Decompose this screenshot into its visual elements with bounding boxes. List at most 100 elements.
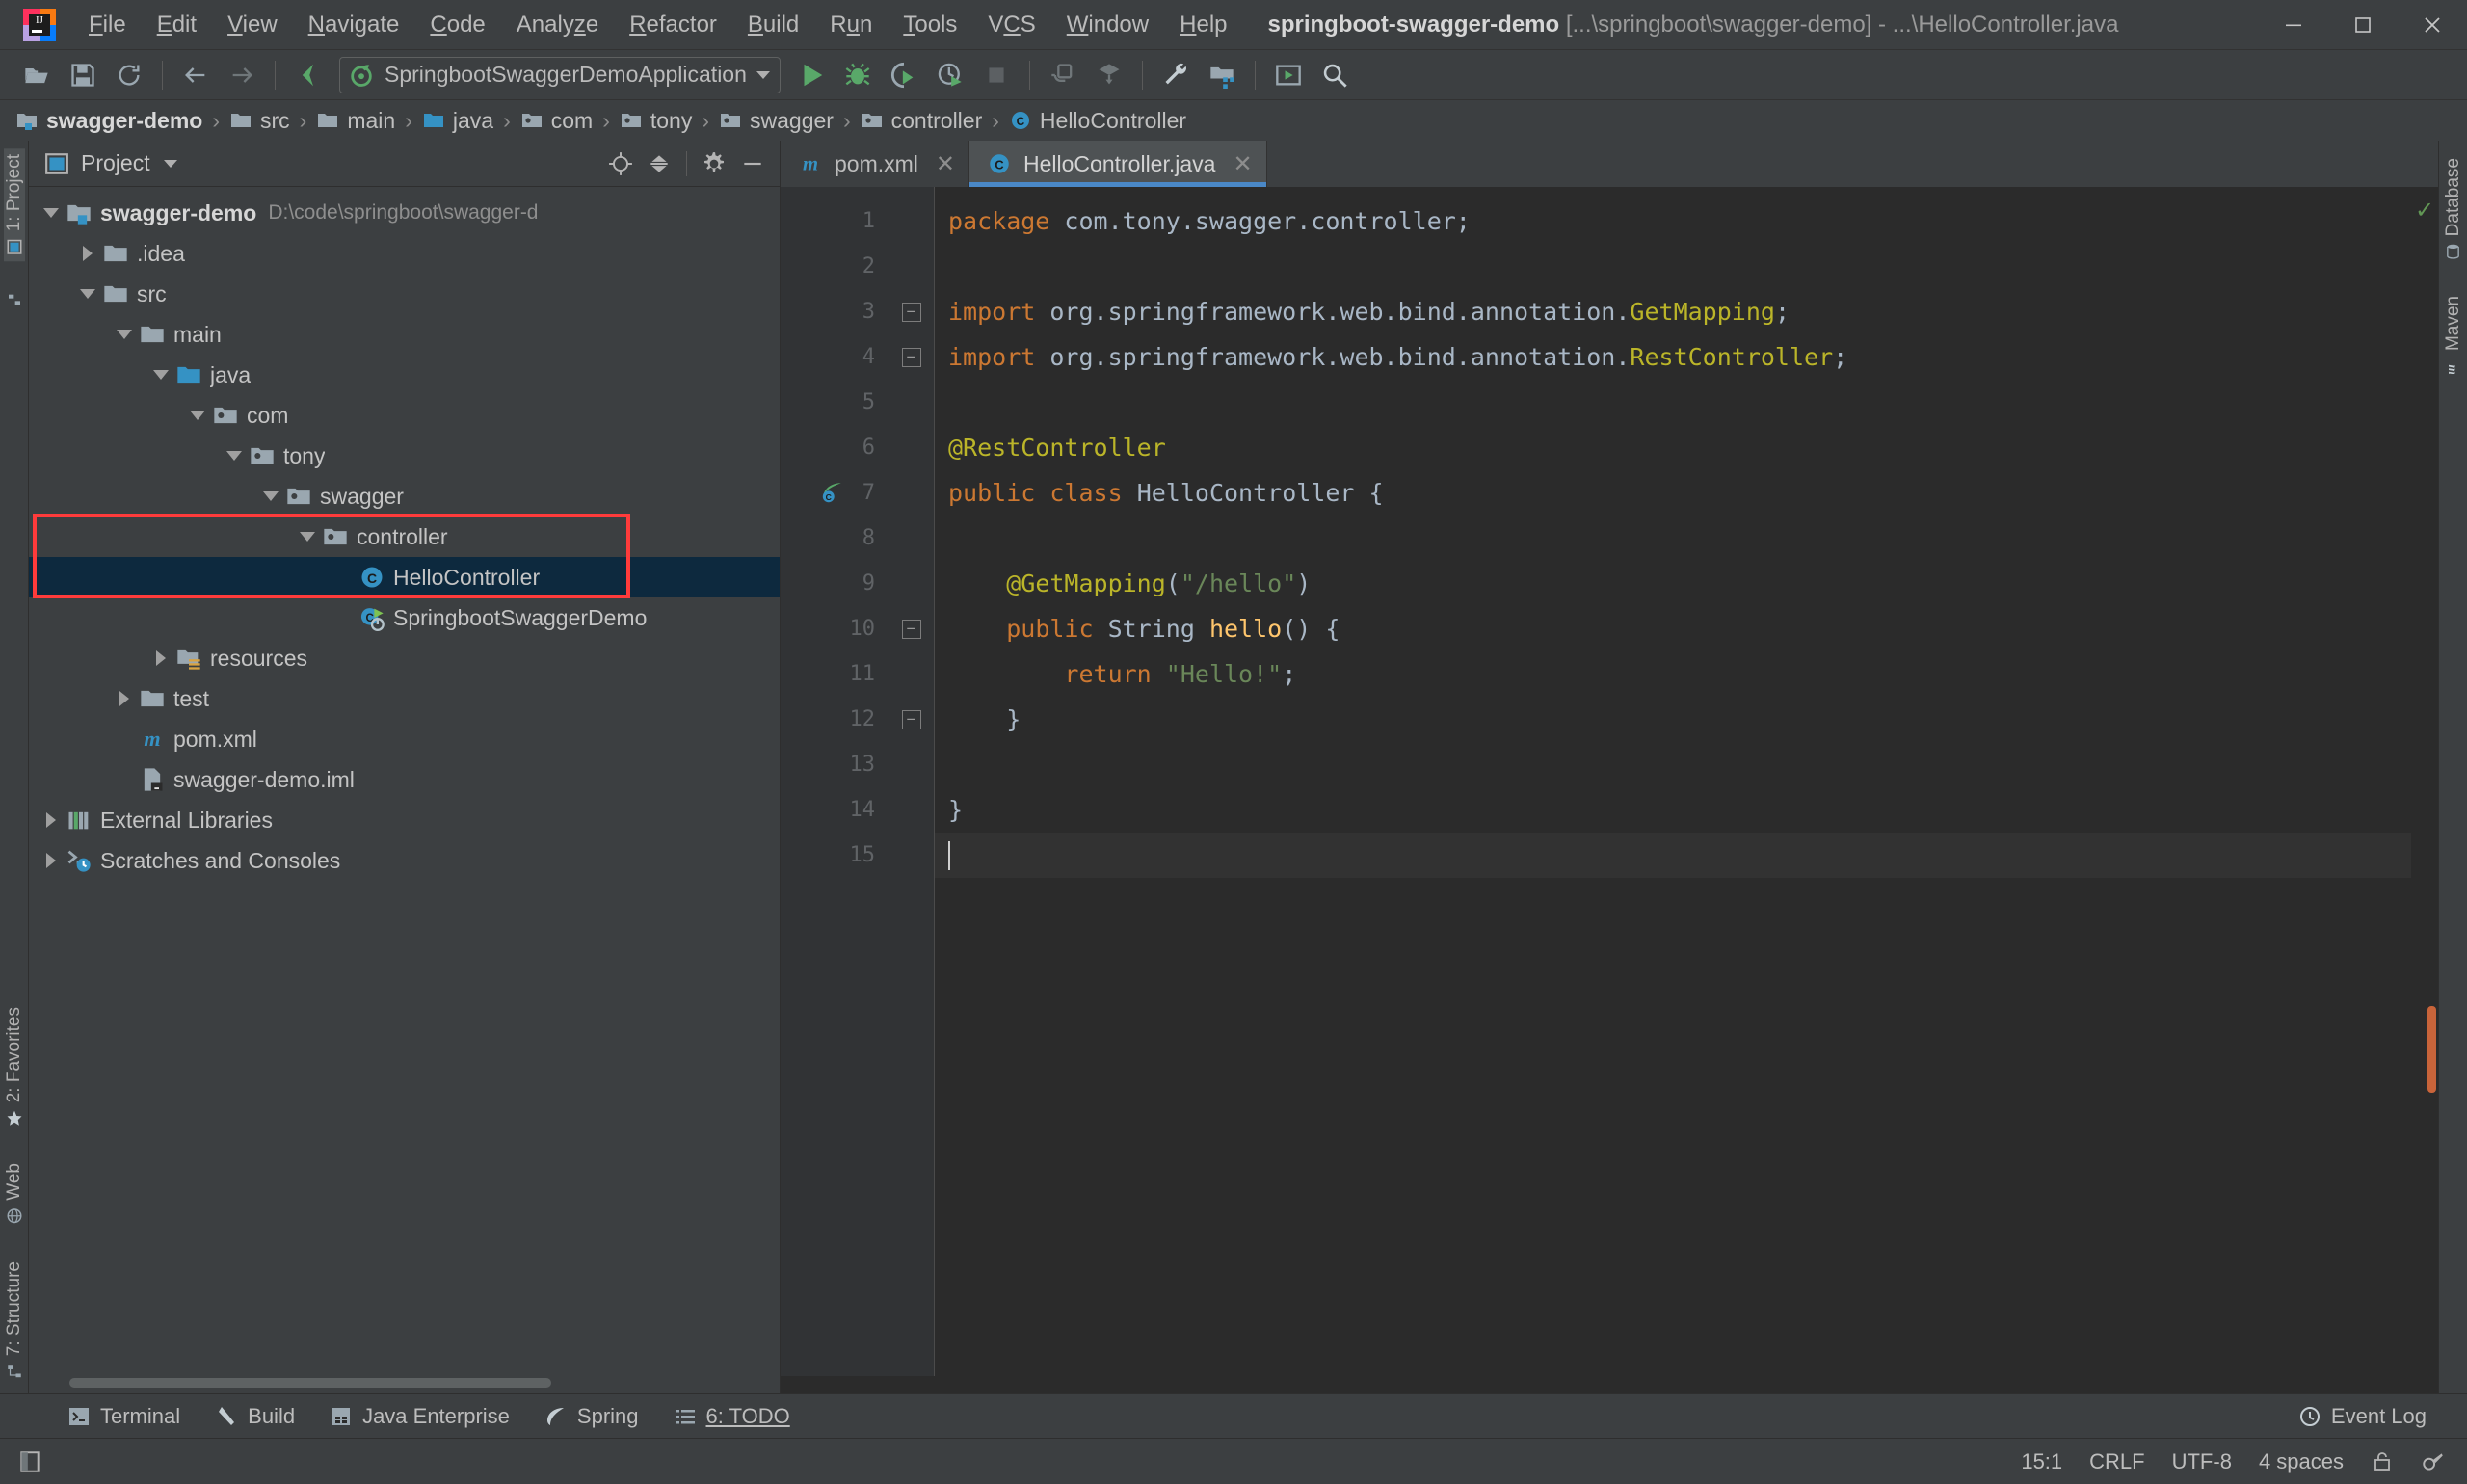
code-line[interactable] xyxy=(935,380,2411,425)
line-number[interactable]: 6 xyxy=(781,425,889,470)
undo-arrow-icon[interactable] xyxy=(287,56,330,94)
hide-icon[interactable] xyxy=(735,147,770,180)
breadcrumb-item-java[interactable]: java xyxy=(422,108,493,134)
line-number[interactable]: 14 xyxy=(781,787,889,833)
code-fold-marker[interactable]: − xyxy=(889,697,934,742)
read-only-lock-icon[interactable] xyxy=(2371,1450,2394,1473)
scrollbar-thumb[interactable] xyxy=(2427,1006,2436,1093)
tree-node-hellocontroller[interactable]: C HelloController xyxy=(29,557,780,597)
line-separator[interactable]: CRLF xyxy=(2089,1449,2144,1474)
sidebar-item-favorites[interactable]: 2: Favorites xyxy=(4,1001,25,1132)
tree-node-resources[interactable]: resources xyxy=(29,638,780,678)
wrench-settings-icon[interactable] xyxy=(1154,56,1197,94)
close-button[interactable] xyxy=(2398,0,2467,50)
code-line[interactable]: @GetMapping("/hello") xyxy=(935,561,2411,606)
chevron-down-icon[interactable] xyxy=(75,289,100,299)
toolwindow-event-log[interactable]: Event Log xyxy=(2281,1400,2444,1433)
sidebar-item-web[interactable]: Web xyxy=(4,1157,25,1231)
menu-file[interactable]: File xyxy=(73,0,142,50)
line-number[interactable]: 1 xyxy=(781,199,889,244)
search-everywhere-icon[interactable] xyxy=(1313,56,1356,94)
line-number[interactable]: C7 xyxy=(781,470,889,516)
sync-project-icon[interactable] xyxy=(1088,56,1130,94)
breadcrumb-item-main[interactable]: main xyxy=(316,108,395,134)
line-number[interactable]: 3 xyxy=(781,289,889,334)
locate-icon[interactable] xyxy=(603,147,638,180)
code-line[interactable]: public class HelloController { xyxy=(935,470,2411,516)
close-icon[interactable]: ✕ xyxy=(936,150,955,178)
code-line[interactable]: package com.tony.swagger.controller; xyxy=(935,199,2411,244)
tree-node-pom-xml[interactable]: m pom.xml xyxy=(29,719,780,759)
chevron-down-icon[interactable] xyxy=(295,532,320,542)
code-line[interactable]: } xyxy=(935,787,2411,833)
chevron-down-icon[interactable] xyxy=(258,491,283,501)
chevron-right-icon[interactable] xyxy=(39,812,64,828)
breadcrumb-item-src[interactable]: src xyxy=(229,108,290,134)
run-play-icon[interactable] xyxy=(790,56,833,94)
line-number-gutter[interactable]: 1 2 3 4 5 6 C 7 8 9 10 11 12 13 14 15 xyxy=(781,187,889,1376)
line-number[interactable]: 12 xyxy=(781,697,889,742)
toolwindow-todo[interactable]: 6: TODO xyxy=(656,1400,808,1433)
chevron-down-icon[interactable] xyxy=(163,159,177,168)
code-fold-marker[interactable]: − xyxy=(889,289,934,334)
breadcrumb-item-controller[interactable]: controller xyxy=(861,108,982,134)
menu-navigate[interactable]: Navigate xyxy=(293,0,415,50)
line-number[interactable]: 10 xyxy=(781,606,889,651)
spring-bean-gutter-icon[interactable]: C xyxy=(819,480,844,505)
menu-build[interactable]: Build xyxy=(732,0,814,50)
sidebar-item-database[interactable]: Database xyxy=(2443,152,2464,265)
chevron-down-icon[interactable] xyxy=(39,208,64,218)
tree-node-com[interactable]: com xyxy=(29,395,780,436)
code-line[interactable]: @RestController xyxy=(935,425,2411,470)
debug-bug-icon[interactable] xyxy=(836,56,879,94)
line-number[interactable]: 15 xyxy=(781,833,889,878)
breadcrumb-item-swagger-demo[interactable]: swagger-demo xyxy=(15,108,202,134)
tree-node-swagger-demo[interactable]: swagger-demo D:\code\springboot\swagger-d xyxy=(29,193,780,233)
tree-node-controller[interactable]: controller xyxy=(29,517,780,557)
code-line[interactable] xyxy=(935,742,2411,787)
chevron-right-icon[interactable] xyxy=(75,246,100,261)
tree-node-src[interactable]: src xyxy=(29,274,780,314)
run-anything-icon[interactable] xyxy=(1267,56,1310,94)
line-number[interactable]: 4 xyxy=(781,334,889,380)
menu-window[interactable]: Window xyxy=(1051,0,1164,50)
editor-vertical-scrollbar[interactable]: ✓ xyxy=(2411,187,2438,1376)
menu-refactor[interactable]: Refactor xyxy=(614,0,732,50)
toolwindow-spring[interactable]: Spring xyxy=(527,1400,656,1433)
code-fold-marker[interactable]: − xyxy=(889,334,934,380)
open-folder-icon[interactable] xyxy=(15,56,58,94)
fold-minus-icon[interactable]: − xyxy=(901,619,921,639)
project-tree[interactable]: swagger-demo D:\code\springboot\swagger-d… xyxy=(29,187,780,1372)
run-with-profiler-icon[interactable] xyxy=(929,56,971,94)
sidebar-item-maven[interactable]: m Maven xyxy=(2443,290,2464,380)
menu-tools[interactable]: Tools xyxy=(888,0,972,50)
menu-analyze[interactable]: Analyze xyxy=(501,0,614,50)
line-number[interactable]: 11 xyxy=(781,651,889,697)
arrow-right-icon[interactable] xyxy=(221,56,263,94)
menu-view[interactable]: View xyxy=(212,0,293,50)
line-number[interactable]: 5 xyxy=(781,380,889,425)
chevron-down-icon[interactable] xyxy=(756,70,770,79)
tab-hellocontroller-java[interactable]: C HelloController.java ✕ xyxy=(969,141,1267,187)
code-line[interactable]: return "Hello!"; xyxy=(935,651,2411,697)
fold-minus-icon[interactable]: − xyxy=(901,709,921,729)
chevron-right-icon[interactable] xyxy=(39,853,64,868)
fold-minus-icon[interactable]: − xyxy=(901,302,921,322)
line-number[interactable]: 13 xyxy=(781,742,889,787)
tree-node-scratches-and-consoles[interactable]: Scratches and Consoles xyxy=(29,840,780,881)
chevron-right-icon[interactable] xyxy=(148,650,173,666)
code-text-area[interactable]: package com.tony.swagger.controller; impo… xyxy=(935,187,2411,1376)
code-line[interactable]: public String hello() { xyxy=(935,606,2411,651)
project-horizontal-scrollbar[interactable] xyxy=(29,1372,780,1393)
project-structure-icon[interactable] xyxy=(1201,56,1243,94)
line-number[interactable]: 9 xyxy=(781,561,889,606)
device-manager-icon[interactable] xyxy=(1042,56,1084,94)
toolwindow-terminal[interactable]: Terminal xyxy=(50,1400,198,1433)
tree-node-test[interactable]: test xyxy=(29,678,780,719)
code-line[interactable]: import org.springframework.web.bind.anno… xyxy=(935,334,2411,380)
inspection-ok-check-icon[interactable]: ✓ xyxy=(2415,197,2434,225)
code-line[interactable] xyxy=(935,833,2411,878)
arrow-left-icon[interactable] xyxy=(174,56,217,94)
close-icon[interactable]: ✕ xyxy=(1233,150,1252,178)
tree-node-springbootswaggerdemo[interactable]: C SpringbootSwaggerDemo xyxy=(29,597,780,638)
